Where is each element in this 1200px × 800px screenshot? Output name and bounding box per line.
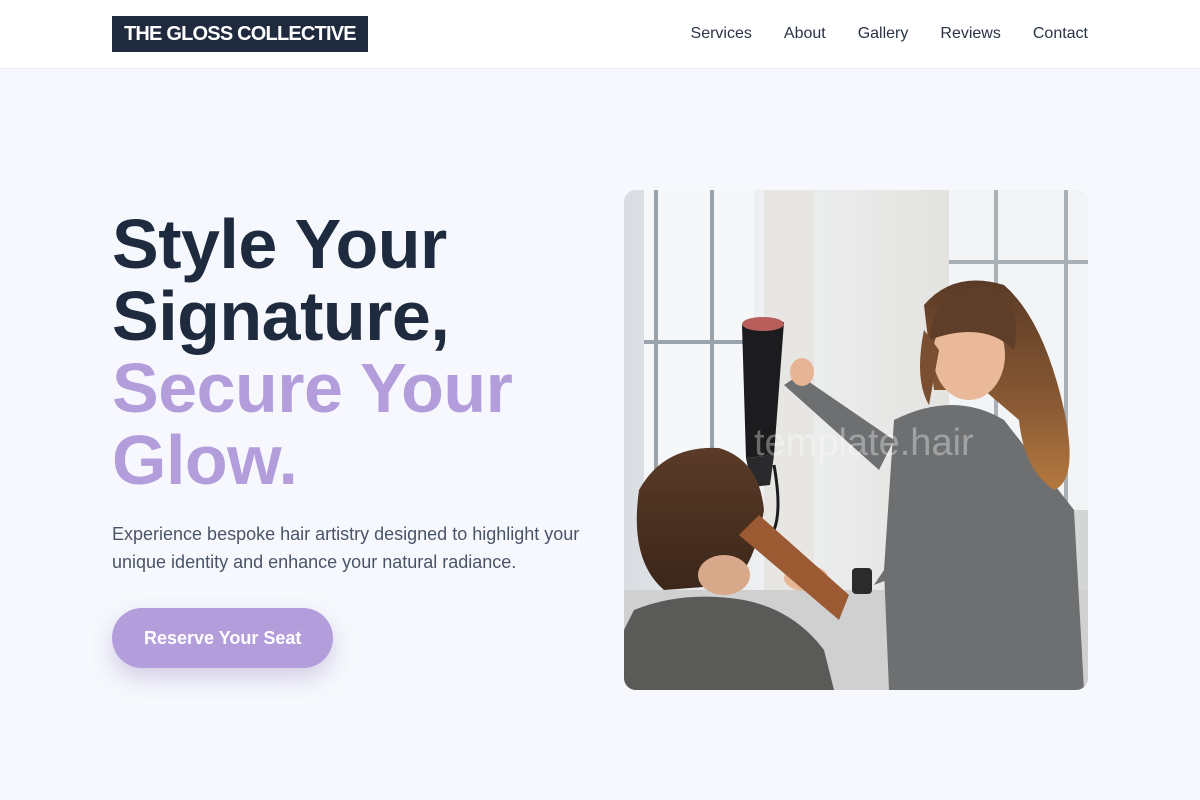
headline-line-2: Signature, bbox=[112, 277, 450, 355]
nav-link-reviews[interactable]: Reviews bbox=[940, 25, 1000, 43]
headline-accent-line-1: Secure Your bbox=[112, 349, 513, 427]
hero-subtitle: Experience bespoke hair artistry designe… bbox=[112, 524, 580, 572]
site-header: THE GLOSS COLLECTIVE Services About Gall… bbox=[0, 0, 1200, 69]
nav-link-services[interactable]: Services bbox=[691, 25, 752, 43]
image-watermark: template.hair bbox=[754, 422, 974, 464]
nav-link-about[interactable]: About bbox=[784, 25, 826, 43]
reserve-seat-button[interactable]: Reserve Your Seat bbox=[112, 608, 334, 668]
hero-image: template.hair bbox=[624, 190, 1088, 690]
hero-section: Style Your Signature, Secure Your Glow. … bbox=[112, 208, 582, 668]
headline-accent-line-2: Glow. bbox=[112, 421, 298, 499]
headline-line-1: Style Your bbox=[112, 205, 447, 283]
nav-link-gallery[interactable]: Gallery bbox=[858, 25, 909, 43]
main-nav: Services About Gallery Reviews Contact bbox=[691, 0, 1088, 68]
brand-logo[interactable]: THE GLOSS COLLECTIVE bbox=[112, 16, 368, 52]
nav-link-contact[interactable]: Contact bbox=[1033, 25, 1088, 43]
hero-headline: Style Your Signature, Secure Your Glow. bbox=[112, 208, 582, 496]
